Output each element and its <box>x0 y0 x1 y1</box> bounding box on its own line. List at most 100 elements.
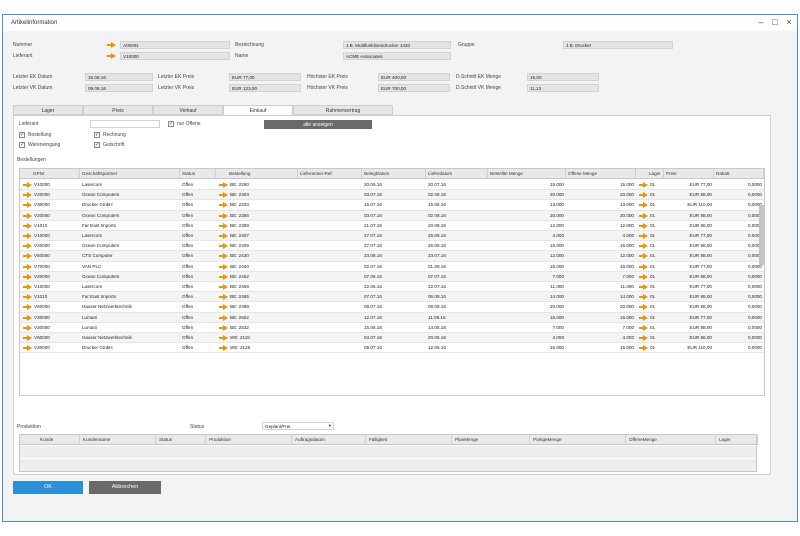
table-row[interactable]: V30000 Drucker GmbH Offen BE: 2333 16.07.16 1… <box>20 200 764 211</box>
table-row[interactable]: V30000 Lumani Offen BE: 2502 12.07.16 11.08.1… <box>20 312 764 323</box>
table-row[interactable]: V20000 Ocean Computers Offen BE: 2452 07.06.… <box>20 271 764 282</box>
col-belegdatum-cell: 27.07.16 <box>364 243 382 249</box>
prod-col-6-header[interactable]: PlanMenge <box>452 435 530 445</box>
col-status-cell: Offen <box>182 335 194 340</box>
prod-col-3-header[interactable]: Produktion <box>206 435 292 445</box>
prod-col-7-header[interactable]: PortigeMenge <box>530 435 626 445</box>
col-bestellung-cell: BE: 2498 <box>230 304 249 310</box>
minimize-icon[interactable]: – <box>755 17 767 27</box>
table-row[interactable]: V50000 CTS Computer Offen BE: 2430 23.06.16 2… <box>20 251 764 262</box>
col-rabatt-header[interactable]: Rabatt <box>714 169 764 179</box>
tab-preis[interactable]: Preis <box>83 105 153 115</box>
status-select[interactable]: Geplant/Frei. ▾ <box>262 422 334 430</box>
col-rabatt-cell: 0,0000 <box>747 233 762 238</box>
nur-offene-checkbox[interactable]: ✓ <box>168 121 174 127</box>
wareneingang-checkbox[interactable]: ✓ <box>19 142 25 148</box>
col-lager-header[interactable]: Lager <box>636 169 664 179</box>
bestellungen-table: GPNr Geschäftspartner Status Bestellung Lief… <box>19 168 765 396</box>
col-bestellte-menge-cell: 15.000 <box>549 345 564 351</box>
nur-offene-label: nur Offene <box>177 121 201 127</box>
bezeichnung-field[interactable]: J.B. Multifunktionsdrucker 1420 <box>343 41 451 49</box>
col-lieferanten-ref-cell <box>298 292 362 302</box>
col-bestellung-header[interactable]: Bestellung <box>216 169 298 179</box>
col-lieferdatum-cell: 15.08.16 <box>428 202 446 208</box>
col-offene-menge-cell: 4.000 <box>622 335 635 340</box>
table-row[interactable]: V20000 Ocean Computers Offen BE: 2409 27.07.… <box>20 241 764 252</box>
col-lager-cell: 01 <box>650 335 656 340</box>
col-lieferdatum-cell: 01.08.16 <box>428 263 446 269</box>
table-row[interactable]: V20000 Ocean Computers Offen BE: 2303 03.07.… <box>20 190 764 201</box>
col-offene-menge-cell: 7.000 <box>622 273 635 279</box>
rechnung-checkbox[interactable]: ✓ <box>94 132 100 138</box>
col-bestellung-cell: BE: 2440 <box>230 263 249 269</box>
table-row[interactable]: V10000 Lasercom Offen BE: 2459 22.06.16 22.07… <box>20 282 764 293</box>
col-lieferdatum-header[interactable]: Lieferdatum <box>426 169 488 179</box>
col-preis-header[interactable]: Preis <box>664 169 714 179</box>
table-row[interactable]: V70000 VAN PLC Offen BE: 2440 02.07.16 01.08.… <box>20 262 764 272</box>
table-row[interactable]: V1010 Far East Imports Offen BE: 2399 21.07.… <box>20 221 764 231</box>
gruppe-field[interactable]: J.B. Drucker <box>563 41 673 49</box>
col-lieferanten-ref-cell <box>298 180 362 190</box>
col-offene-menge-header[interactable]: Offene Menge <box>566 169 636 179</box>
prod-col-9-header[interactable]: Lager <box>716 435 758 445</box>
col-preis-cell: EUR 88,00 <box>689 273 712 279</box>
col-belegdatum-cell: 09.07.16 <box>364 345 382 351</box>
alle-anzeigen-button[interactable]: alle anzeigen <box>264 120 372 129</box>
link-arrow-icon[interactable] <box>107 53 116 59</box>
col-lager-cell: 01 <box>650 263 656 269</box>
prod-col-0-header[interactable]: Kunde <box>20 435 80 445</box>
prod-col-8-header[interactable]: OffeneMenge <box>626 435 716 445</box>
col-bestellung-cell: BE: 2303 <box>230 192 249 198</box>
dschnitt-ek-field: 15,00 <box>527 73 599 81</box>
hoechster-vk-field: EUR 700,00 <box>378 84 450 92</box>
col-lager-cell: 01 <box>650 212 656 218</box>
table-row[interactable]: V60000 Hauser Netzwerktechnik Offen BE: 249… <box>20 302 764 313</box>
gutschrift-label: Gutschrift <box>103 142 125 148</box>
einkauf-lieferant-input[interactable] <box>90 120 160 128</box>
col-offene-menge-cell: 12.000 <box>619 253 634 259</box>
col-rabatt-cell: 0,0000 <box>747 345 762 351</box>
tab-einkauf[interactable]: Einkauf <box>223 105 293 115</box>
col-lieferdatum-cell: 22.07.16 <box>428 284 446 289</box>
name-field[interactable]: ACME Associates <box>343 52 451 60</box>
tab-lager[interactable]: Lager <box>13 105 83 115</box>
col-lieferanten-ref-cell <box>298 251 362 261</box>
link-arrow-icon[interactable] <box>107 42 116 48</box>
prod-col-4-header[interactable]: Auftragsdatum <box>292 435 366 445</box>
bestellung-checkbox[interactable]: ✓ <box>19 132 25 138</box>
maximize-icon[interactable]: □ <box>769 17 781 27</box>
prod-col-5-header[interactable]: Fälligkeit <box>366 435 452 445</box>
col-lieferanten-ref-cell <box>298 231 362 241</box>
table-row[interactable]: V10000 Lasercom Offen BE: 2407 27.07.16 26.08… <box>20 231 764 242</box>
table-row[interactable]: V60000 Hauser Netzwerktechnik Offen WE: 211… <box>20 333 764 344</box>
col-geschaeftspartner-header[interactable]: Geschäftspartner <box>80 169 180 179</box>
table-row[interactable]: V30000 Drucker GmbH Offen WE: 2126 09.07.16 1… <box>20 343 764 354</box>
col-preis-cell: EUR 77,00 <box>689 263 712 269</box>
abbrechen-button[interactable]: Abbrechen <box>89 481 161 494</box>
col-status-cell: Offen <box>182 284 194 289</box>
prod-col-2-header[interactable]: Status <box>156 435 206 445</box>
table-row[interactable]: V20000 Ocean Computers Offen BE: 2356 03.07.… <box>20 210 764 221</box>
gutschrift-checkbox[interactable]: ✓ <box>94 142 100 148</box>
col-status-cell: Offen <box>182 345 194 351</box>
col-belegdatum-header[interactable]: BelegDatum <box>362 169 426 179</box>
col-status-header[interactable]: Status <box>180 169 216 179</box>
table-row[interactable]: V1010 Far East Imports Offen BE: 2465 07.07.… <box>20 292 764 303</box>
prod-col-1-header[interactable]: Kundenname <box>80 435 156 445</box>
table-row[interactable]: V10000 Lasercom Offen BE: 2290 20.06.16 20.07… <box>20 180 764 191</box>
table-row[interactable]: V30000 Lumani Offen BE: 2532 15.06.16 14.05.1… <box>20 323 764 333</box>
scrollbar-thumb[interactable] <box>759 205 764 265</box>
col-lieferanten-ref-header[interactable]: Lieferanten-Ref. <box>298 169 362 179</box>
col-gpnr-header[interactable]: GPNr <box>20 169 80 179</box>
tab-rahmenvertrag[interactable]: Rahmenvertrag <box>293 105 393 115</box>
col-geschaeftspartner-cell: Far East Imports <box>82 222 116 228</box>
col-bestellte-menge-header[interactable]: Bestellte Menge <box>488 169 566 179</box>
col-bestellung-cell: BE: 2409 <box>230 243 249 249</box>
lieferant-field[interactable]: V10000 <box>120 52 230 60</box>
tab-verkauf[interactable]: Verkauf <box>153 105 223 115</box>
col-offene-menge-cell: 4.000 <box>622 233 635 238</box>
nummer-field[interactable]: A00001 <box>120 41 230 49</box>
ok-button[interactable]: OK <box>13 481 83 494</box>
close-icon[interactable]: × <box>783 17 795 27</box>
lieferant-label: Lieferant <box>13 53 33 59</box>
